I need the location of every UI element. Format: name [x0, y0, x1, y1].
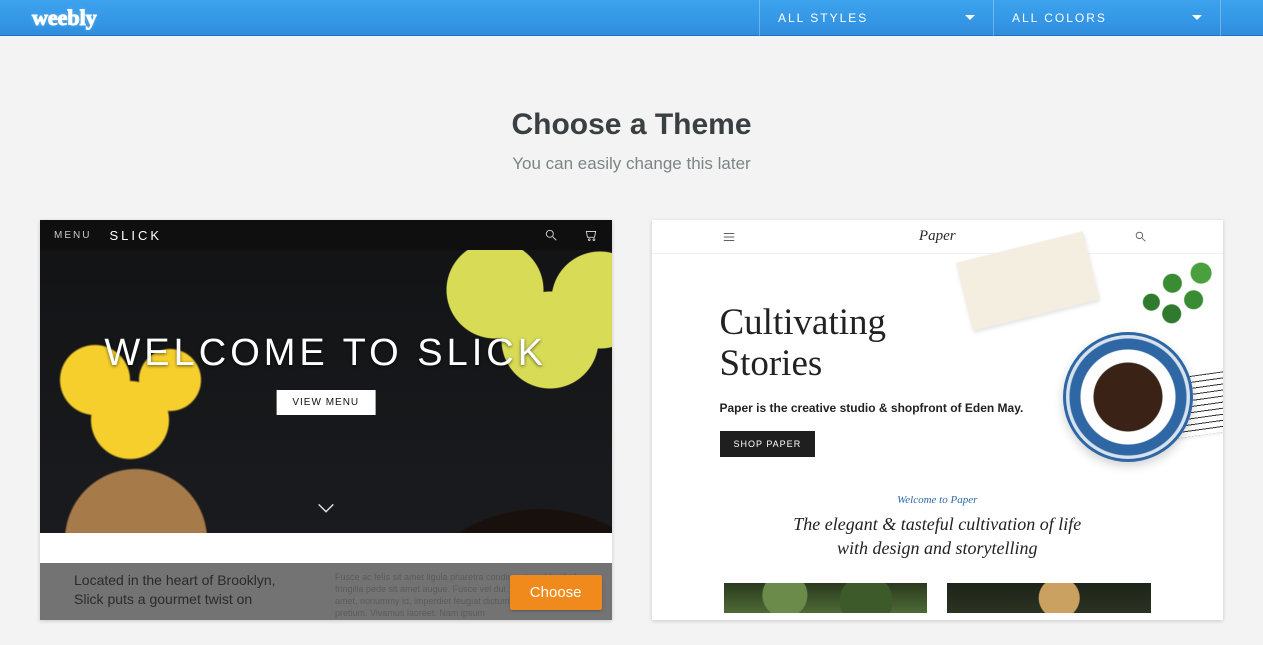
paper-thumb-2 [947, 583, 1151, 613]
coffee-cup-decor-icon [1063, 332, 1193, 462]
styles-dropdown[interactable]: ALL STYLES [759, 0, 993, 36]
paper-preview-hero: Cultivating Stories Paper is the creativ… [652, 254, 1224, 494]
slick-menu-label: MENU [54, 230, 91, 241]
slick-preview-nav: MENU SLICK [40, 220, 612, 250]
paper-blurb-line2: with design and storytelling [837, 538, 1038, 558]
slick-preview-divider [40, 533, 612, 563]
paper-welcome: Welcome to Paper [652, 494, 1224, 506]
slick-view-menu-button: VIEW MENU [276, 390, 375, 415]
slick-preview-hero: MENU SLICK WELCOME TO SLICK VIEW MENU [40, 220, 612, 533]
top-bar: weebly ALL STYLES ALL COLORS [0, 0, 1263, 36]
colors-dropdown-label: ALL COLORS [1012, 11, 1107, 25]
slick-lower-headline: Located in the heart of Brooklyn, Slick … [40, 563, 327, 620]
page-subtitle: You can easily change this later [0, 154, 1263, 174]
theme-gallery: MENU SLICK WELCOME TO SLICK VIEW MENU Lo… [0, 174, 1263, 620]
paper-thumb-1 [724, 583, 928, 613]
paper-shop-button: SHOP PAPER [720, 431, 816, 457]
paper-brand: Paper [919, 228, 956, 245]
caret-down-icon [965, 15, 975, 20]
hamburger-icon [722, 230, 736, 244]
paper-blurb-line1: The elegant & tasteful cultivation of li… [793, 514, 1081, 534]
paper-preview-thumbs [652, 583, 1224, 613]
brand-logo[interactable]: weebly [32, 5, 97, 31]
paper-hero-line1: Cultivating [720, 302, 887, 343]
theme-card-paper[interactable]: Paper Cultivating Stories Paper is the c… [652, 220, 1224, 620]
colors-dropdown[interactable]: ALL COLORS [993, 0, 1221, 36]
choose-button[interactable]: Choose [510, 575, 602, 610]
page-heading: Choose a Theme You can easily change thi… [0, 108, 1263, 174]
paper-hero-line2: Stories [720, 343, 823, 384]
search-icon [1134, 230, 1147, 243]
chevron-down-icon [315, 497, 337, 519]
paper-preview-mid: Welcome to Paper The elegant & tasteful … [652, 494, 1224, 561]
slick-brand: SLICK [109, 228, 162, 243]
theme-card-slick[interactable]: MENU SLICK WELCOME TO SLICK VIEW MENU Lo… [40, 220, 612, 620]
slick-hero-title: WELCOME TO SLICK [40, 332, 612, 375]
page-title: Choose a Theme [0, 108, 1263, 142]
paper-blurb: The elegant & tasteful cultivation of li… [652, 512, 1224, 561]
cart-icon [584, 228, 598, 242]
caret-down-icon [1192, 15, 1202, 20]
search-icon [544, 228, 558, 242]
paper-preview-nav: Paper [652, 220, 1224, 254]
styles-dropdown-label: ALL STYLES [778, 11, 868, 25]
